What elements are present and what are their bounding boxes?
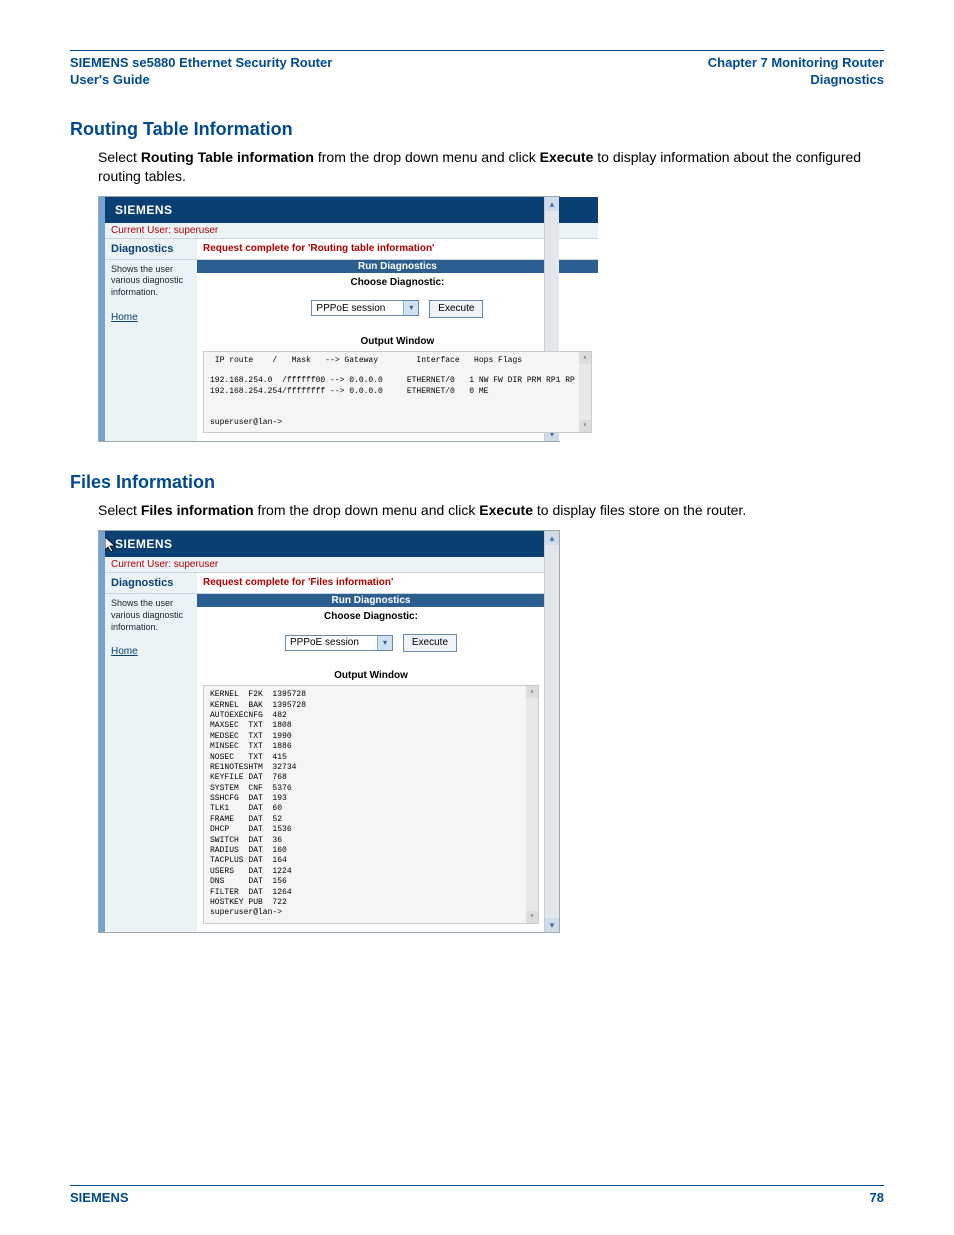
footer-rule [70,1185,884,1186]
output-window-label: Output Window [197,666,545,685]
choose-diagnostic-label: Choose Diagnostic: [197,607,545,632]
status-message: Request complete for 'Files information' [197,573,545,593]
output-scroll-down-icon[interactable]: ▾ [579,420,591,432]
select-value: PPPoE session [290,637,359,648]
header-left-line2: User's Guide [70,72,150,87]
run-diagnostics-bar: Run Diagnostics [197,594,545,607]
scroll-up-icon[interactable]: ▴ [545,197,559,211]
output-text: KERNEL F2K 1395728 KERNEL BAK 1395728 AU… [210,690,306,917]
status-message: Request complete for 'Routing table info… [197,239,598,259]
diagnostics-label: Diagnostics [105,239,197,259]
screenshot-routing-table: ▴ ▾ SIEMENS Current User: superuser Diag… [98,196,560,443]
section2-heading: Files Information [70,472,884,493]
page-header: SIEMENS se5880 Ethernet Security Router … [70,55,884,89]
scroll-down-icon[interactable]: ▾ [545,918,559,932]
brand-banner: SIEMENS [105,197,598,223]
run-diagnostics-bar: Run Diagnostics [197,260,598,273]
output-window-label: Output Window [197,332,598,351]
diagnostic-select[interactable]: PPPoE session ▾ [285,635,393,651]
output-scroll-up-icon[interactable]: ▴ [579,352,591,364]
current-user-label: Current User: superuser [105,557,545,573]
section1-heading: Routing Table Information [70,119,884,140]
sidebar-description: Shows the user various diagnostic inform… [111,264,183,297]
diagnostic-select[interactable]: PPPoE session ▾ [311,300,419,316]
diagnostics-label: Diagnostics [105,573,197,593]
home-link[interactable]: Home [111,311,191,324]
brand-banner: SIEMENS [105,531,545,557]
section2-body: Select Files information from the drop d… [98,501,884,520]
output-textarea[interactable]: IP route / Mask --> Gateway Interface Ho… [203,351,592,434]
output-scrollbar[interactable] [526,686,538,923]
output-textarea[interactable]: KERNEL F2K 1395728 KERNEL BAK 1395728 AU… [203,685,539,924]
screenshot-files-info: ▴ ▾ SIEMENS Current User: superuser Diag… [98,530,560,933]
output-text: IP route / Mask --> Gateway Interface Ho… [210,356,575,427]
output-scroll-down-icon[interactable]: ▾ [526,911,538,923]
header-right-line1: Chapter 7 Monitoring Router [708,55,884,70]
page-footer: SIEMENS 78 [70,1185,884,1205]
header-left-line1: SIEMENS se5880 Ethernet Security Router [70,55,332,70]
header-right-line2: Diagnostics [810,72,884,87]
header-rule [70,50,884,51]
footer-brand: SIEMENS [70,1190,129,1205]
sidebar-description: Shows the user various diagnostic inform… [111,598,183,631]
home-link[interactable]: Home [111,645,191,658]
output-scroll-up-icon[interactable]: ▴ [526,686,538,698]
page-number: 78 [870,1190,884,1205]
execute-button[interactable]: Execute [429,300,483,318]
select-value: PPPoE session [316,303,385,314]
scrollbar[interactable]: ▴ ▾ [544,531,559,932]
choose-diagnostic-label: Choose Diagnostic: [197,273,598,298]
execute-button[interactable]: Execute [403,634,457,652]
current-user-label: Current User: superuser [105,223,598,239]
chevron-down-icon[interactable]: ▾ [377,636,392,650]
chevron-down-icon[interactable]: ▾ [403,301,418,315]
section1-body: Select Routing Table information from th… [98,148,884,186]
scroll-up-icon[interactable]: ▴ [545,531,559,545]
